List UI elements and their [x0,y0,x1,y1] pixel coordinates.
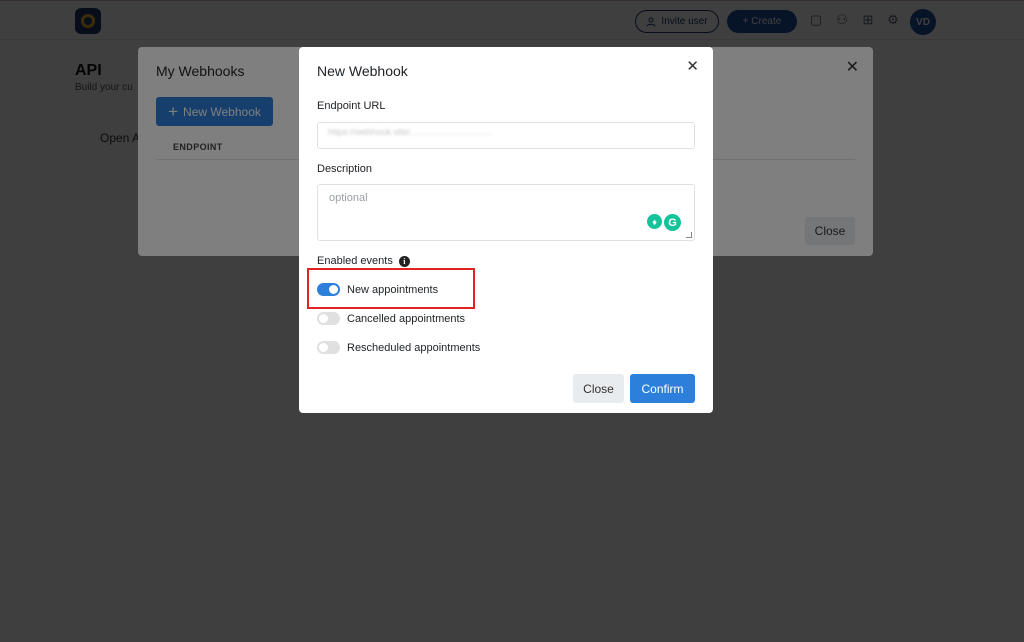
info-icon[interactable]: i [398,255,410,267]
new-webhook-modal: New Webhook ✕ Endpoint URL https://webho… [299,47,713,413]
toggle-switch[interactable] [317,312,340,325]
event-label: Cancelled appointments [347,312,466,325]
description-placeholder: optional [329,192,368,204]
confirm-button[interactable]: Confirm [630,374,695,403]
event-toggle-cancelled[interactable]: Cancelled appointments [317,312,465,325]
enabled-events-label: Enabled events i [317,255,410,267]
event-toggle-rescheduled[interactable]: Rescheduled appointments [317,341,480,354]
event-label: Rescheduled appointments [347,341,481,354]
close-icon[interactable]: ✕ [686,57,699,75]
description-label: Description [317,163,373,175]
endpoint-url-label: Endpoint URL [317,100,386,112]
close-button[interactable]: Close [573,374,624,403]
resize-handle[interactable] [686,232,692,238]
grammarly-icon[interactable]: G [664,214,681,231]
enabled-events-text: Enabled events [317,255,393,267]
endpoint-url-input[interactable]: https://webhook.site/...................… [317,122,695,149]
endpoint-url-value: https://webhook.site/...................… [328,127,493,137]
modal-title: New Webhook [317,63,408,79]
grammarly-widget[interactable]: ♦ G [647,214,681,231]
toggle-switch[interactable] [317,341,340,354]
highlight-box [307,268,475,309]
description-textarea[interactable]: optional ♦ G [317,184,695,241]
lightbulb-icon[interactable]: ♦ [647,214,662,229]
